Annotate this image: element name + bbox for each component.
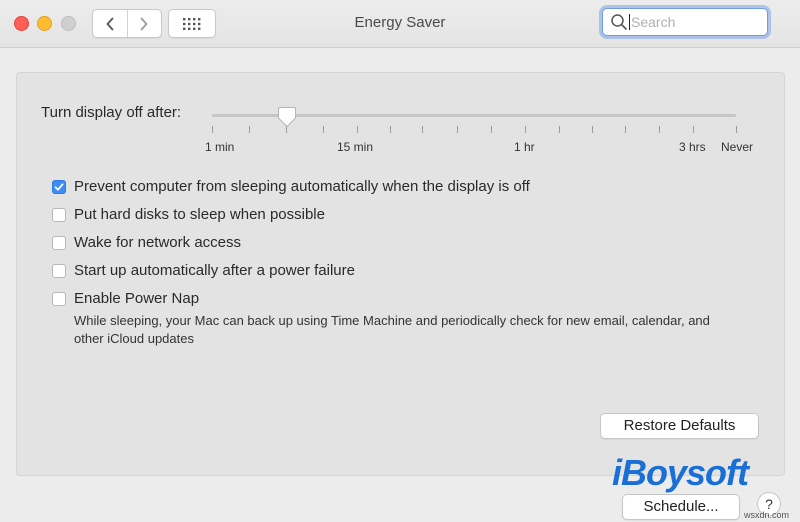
hard-disk-sleep-checkbox[interactable] <box>52 207 66 222</box>
slider-tick <box>736 126 737 133</box>
option-prevent-sleep[interactable]: Prevent computer from sleeping automatic… <box>52 178 530 195</box>
close-window-button[interactable] <box>14 16 29 31</box>
search-input[interactable] <box>630 14 759 30</box>
wake-network-checkbox[interactable] <box>52 235 66 250</box>
tick-label-3-hrs: 3 hrs <box>679 140 706 154</box>
hard-disk-sleep-label: Put hard disks to sleep when possible <box>74 206 325 223</box>
slider-tick <box>390 126 391 133</box>
slider-tick <box>659 126 660 133</box>
navigation-buttons <box>92 9 162 38</box>
slider-tick <box>525 126 526 133</box>
slider-tick <box>559 126 560 133</box>
tick-label-1-hr: 1 hr <box>514 140 535 154</box>
display-sleep-slider-thumb[interactable] <box>277 106 297 128</box>
prevent-sleep-label: Prevent computer from sleeping automatic… <box>74 178 530 195</box>
slider-tick <box>357 126 358 133</box>
restore-defaults-button[interactable]: Restore Defaults <box>600 413 759 439</box>
iboysoft-watermark-logo: iBoysoft <box>612 452 749 493</box>
slider-tick <box>693 126 694 133</box>
checkmark-icon <box>54 182 64 191</box>
start-up-after-power-failure-label: Start up automatically after a power fai… <box>74 262 355 279</box>
display-off-label: Turn display off after: <box>41 104 182 121</box>
power-nap-checkbox[interactable] <box>52 291 66 306</box>
slider-tick <box>212 126 213 133</box>
schedule-button[interactable]: Schedule... <box>622 494 740 520</box>
power-nap-label: Enable Power Nap <box>74 290 200 307</box>
source-credit: wsxdn.com <box>744 510 790 520</box>
option-wake-network[interactable]: Wake for network access <box>52 234 241 251</box>
slider-tick <box>422 126 423 133</box>
back-chevron-icon <box>106 17 114 30</box>
show-all-button[interactable] <box>168 9 216 38</box>
search-field[interactable] <box>602 8 768 36</box>
search-icon <box>611 14 627 30</box>
slider-tick <box>592 126 593 133</box>
minimize-window-button[interactable] <box>37 16 52 31</box>
start-up-after-power-failure-checkbox[interactable] <box>52 263 66 278</box>
grid-icon <box>183 17 201 30</box>
tick-label-15-min: 15 min <box>337 140 374 154</box>
option-start-up-after-power-failure[interactable]: Start up automatically after a power fai… <box>52 262 355 279</box>
zoom-window-button[interactable] <box>61 16 76 31</box>
back-button[interactable] <box>93 10 127 37</box>
power-nap-description: While sleeping, your Mac can back up usi… <box>74 313 710 346</box>
title-bar: Energy Saver <box>0 0 800 48</box>
tick-label-never: Never <box>721 140 754 154</box>
slider-tick <box>249 126 250 133</box>
forward-chevron-icon <box>140 17 148 30</box>
slider-tick <box>491 126 492 133</box>
wake-network-label: Wake for network access <box>74 234 241 251</box>
slider-tick <box>625 126 626 133</box>
option-hard-disk-sleep[interactable]: Put hard disks to sleep when possible <box>52 206 325 223</box>
prevent-sleep-checkbox[interactable] <box>52 179 66 194</box>
forward-button[interactable] <box>126 10 162 37</box>
slider-tick <box>457 126 458 133</box>
slider-tick <box>323 126 324 133</box>
option-power-nap[interactable]: Enable Power Nap <box>52 290 199 307</box>
tick-label-1-min: 1 min <box>205 140 235 154</box>
